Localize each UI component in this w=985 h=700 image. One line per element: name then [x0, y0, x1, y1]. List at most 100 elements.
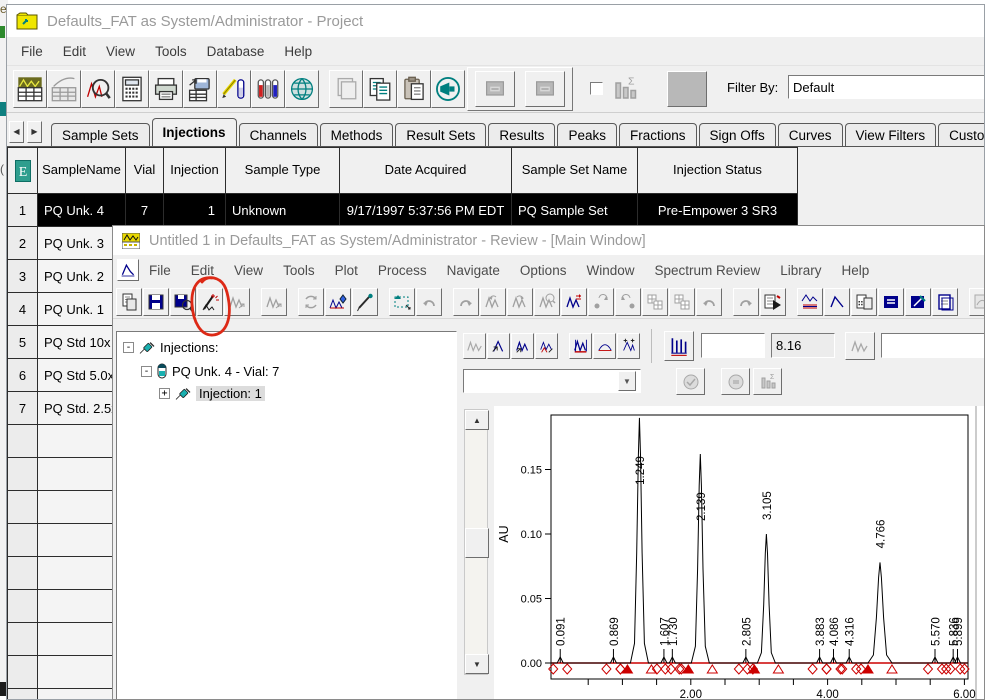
column-header-date-acquired[interactable]: Date Acquired — [340, 148, 512, 194]
save-button[interactable] — [143, 288, 169, 316]
calibration-curve-button[interactable] — [47, 70, 81, 108]
tree-item-injection-1[interactable]: + Injection: 1 — [159, 386, 265, 401]
zoom-peaks-button[interactable] — [511, 333, 534, 359]
blank-gray-button[interactable] — [667, 71, 707, 107]
review-menu-library[interactable]: Library — [770, 259, 831, 282]
redo-all-button[interactable] — [733, 288, 759, 316]
menu-database[interactable]: Database — [197, 40, 275, 63]
sigma-chart-button[interactable]: Σ — [753, 368, 782, 395]
row-number[interactable]: 1 — [8, 194, 38, 227]
reset-peaks-button[interactable] — [561, 288, 587, 316]
undo-all-button[interactable] — [696, 288, 722, 316]
tab-channels[interactable]: Channels — [239, 123, 318, 146]
row-number[interactable] — [8, 689, 38, 700]
review-menu-tools[interactable]: Tools — [273, 259, 325, 282]
redo-zoom-button[interactable] — [507, 288, 533, 316]
tab-scroll-left-button[interactable]: ◀ — [9, 121, 24, 143]
copy-report-button[interactable] — [932, 288, 958, 316]
zoom-custom-button[interactable] — [535, 333, 558, 359]
menu-view[interactable]: View — [96, 40, 145, 63]
save-find-button[interactable] — [170, 288, 196, 316]
project-titlebar[interactable]: Defaults_FAT as System/Administrator - P… — [7, 5, 984, 37]
table-cell[interactable]: Unknown — [226, 194, 340, 227]
plot-scrollbar[interactable]: ▲ ▼ — [464, 409, 488, 675]
scroll-thumb[interactable] — [465, 528, 489, 558]
filter-by-combobox[interactable]: Default — [788, 75, 985, 99]
row-number[interactable]: 3 — [8, 260, 38, 293]
review-menu-plot[interactable]: Plot — [325, 259, 368, 282]
tree-item-label[interactable]: PQ Unk. 4 - Vial: 7 — [172, 364, 279, 379]
review-menu-options[interactable]: Options — [510, 259, 577, 282]
menu-file[interactable]: File — [11, 40, 53, 63]
scroll-up-button[interactable]: ▲ — [465, 410, 489, 430]
integrate-button[interactable] — [325, 288, 351, 316]
dropper-button[interactable] — [352, 288, 378, 316]
collapse-icon[interactable]: - — [123, 342, 134, 353]
next-peaks-button[interactable] — [224, 288, 250, 316]
row-number[interactable]: 5 — [8, 326, 38, 359]
prev-peaks-button[interactable] — [261, 288, 287, 316]
row-number[interactable]: 6 — [8, 359, 38, 392]
drop-undo-button[interactable] — [588, 288, 614, 316]
tree-item-label[interactable]: Injections: — [160, 340, 219, 355]
offset-input[interactable] — [881, 333, 985, 358]
report-2-button[interactable] — [721, 368, 750, 395]
column-header-vial[interactable]: Vial — [126, 148, 164, 194]
properties-button[interactable] — [878, 288, 904, 316]
review-menu-process[interactable]: Process — [368, 259, 437, 282]
pages-button[interactable] — [329, 70, 363, 108]
tab-result-sets[interactable]: Result Sets — [395, 123, 486, 146]
menu-help[interactable]: Help — [274, 40, 322, 63]
review-menu-spectrum-review[interactable]: Spectrum Review — [644, 259, 770, 282]
copy-sheet-button[interactable] — [116, 288, 142, 316]
scale-value-field[interactable]: 8.16 — [771, 333, 835, 358]
undo-zoom-button[interactable] — [480, 288, 506, 316]
collapse-icon[interactable]: - — [141, 366, 152, 377]
overlay-button[interactable] — [797, 288, 823, 316]
tree-item-injections[interactable]: - Injections: — [123, 340, 219, 355]
column-header-sample-set-name[interactable]: Sample Set Name — [512, 148, 638, 194]
scale-input[interactable] — [701, 333, 765, 358]
sign-off-button[interactable] — [217, 70, 251, 108]
tab-scroll-right-button[interactable]: ▶ — [27, 121, 42, 143]
apply-scale-button[interactable] — [845, 332, 875, 360]
zoom-all-button[interactable] — [463, 333, 486, 359]
tab-view-filters[interactable]: View Filters — [845, 123, 937, 146]
process-wand-button[interactable] — [197, 288, 223, 316]
print-button[interactable] — [149, 70, 183, 108]
table-cell[interactable]: Pre-Empower 3 SR3 — [638, 194, 798, 227]
redo-button[interactable] — [453, 288, 479, 316]
review-button[interactable] — [13, 70, 47, 108]
row-number[interactable] — [8, 623, 38, 656]
tree-item-label[interactable]: Injection: 1 — [196, 386, 265, 401]
web-button[interactable] — [285, 70, 319, 108]
review-menu-window[interactable]: Window — [576, 259, 644, 282]
undo-button[interactable] — [416, 288, 442, 316]
row-number[interactable] — [8, 590, 38, 623]
peak-menu-icon[interactable] — [117, 259, 139, 281]
refresh-button[interactable] — [298, 288, 324, 316]
table-cell[interactable]: 1 — [164, 194, 226, 227]
column-header-sample-type[interactable]: Sample Type — [226, 148, 340, 194]
tab-sign-offs[interactable]: Sign Offs — [699, 123, 776, 146]
peak-view-button[interactable] — [824, 288, 850, 316]
review-titlebar[interactable]: Untitled 1 in Defaults_FAT as System/Adm… — [113, 226, 984, 255]
scroll-down-button[interactable]: ▼ — [465, 654, 489, 674]
annotate-button[interactable] — [905, 288, 931, 316]
zoom-in-peak-button[interactable] — [487, 333, 510, 359]
tab-custom-fields[interactable]: Custom Fields — [938, 123, 985, 146]
review-menu-navigate[interactable]: Navigate — [437, 259, 510, 282]
column-header-injection[interactable]: Injection — [164, 148, 226, 194]
table-cell[interactable]: PQ Unk. 4 — [38, 194, 126, 227]
tab-results[interactable]: Results — [488, 123, 555, 146]
review-menu-view[interactable]: View — [224, 259, 273, 282]
open-window-1-button[interactable] — [475, 71, 515, 107]
menu-edit[interactable]: Edit — [53, 40, 96, 63]
copy-fields-button[interactable] — [642, 288, 668, 316]
process-run-button[interactable] — [760, 288, 786, 316]
tab-peaks[interactable]: Peaks — [557, 123, 617, 146]
table-cell[interactable]: 9/17/1997 5:37:56 PM EDT — [340, 194, 512, 227]
tab-fractions[interactable]: Fractions — [619, 123, 697, 146]
row-number[interactable] — [8, 458, 38, 491]
menu-tools[interactable]: Tools — [145, 40, 197, 63]
